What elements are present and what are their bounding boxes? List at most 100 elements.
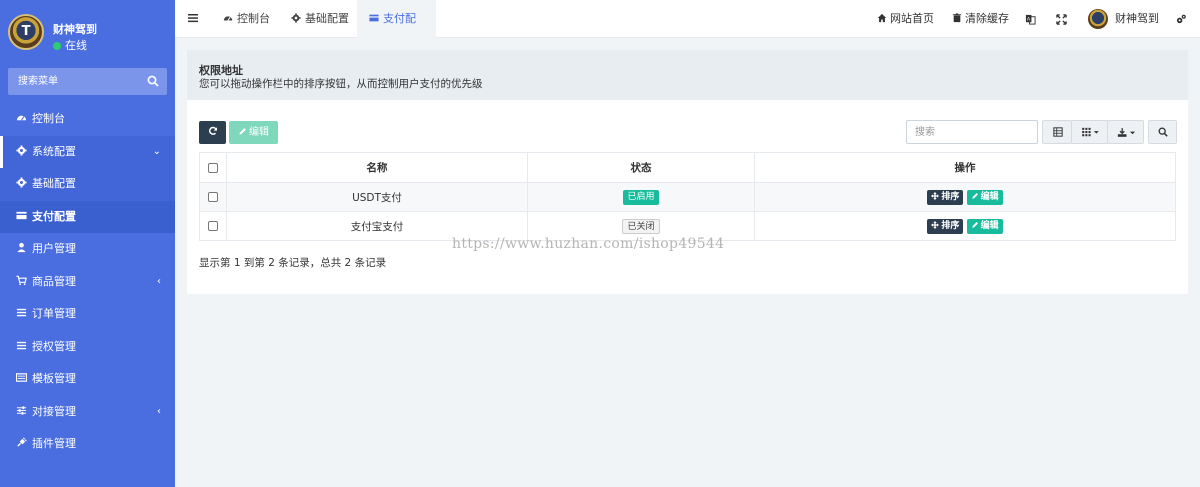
menu-search-input[interactable]: [8, 68, 138, 95]
sidebar-item-orders[interactable]: 订单管理: [0, 298, 175, 331]
user-icon: [17, 242, 26, 253]
home-link-label: 网站首页: [890, 12, 934, 25]
sidebar-item-templates[interactable]: 模板管理: [0, 363, 175, 396]
sort-button-label: 排序: [941, 191, 960, 202]
select-all-checkbox[interactable]: [208, 162, 218, 173]
clear-cache-button[interactable]: 清除缓存: [952, 0, 1009, 38]
status-badge[interactable]: 已启用: [623, 189, 659, 205]
row-edit-button[interactable]: 编辑: [966, 218, 1003, 234]
sidebar-item-authorization[interactable]: 授权管理: [0, 331, 175, 364]
panel-description: 您可以拖动操作栏中的排序按钮，从而控制用户支付的优先级: [199, 78, 483, 90]
tab-basic-config[interactable]: 基础配置: [279, 0, 361, 38]
user-name: 财神驾到: [53, 23, 97, 36]
row-edit-label: 编辑: [980, 191, 999, 202]
payment-table: 名称 状态 操作 USDT支付 已启用 排序 编辑 支付宝支付 已关闭 排序 编…: [199, 152, 1176, 241]
refresh-icon: [208, 126, 217, 135]
avatar-letter: T: [21, 24, 31, 39]
refresh-button[interactable]: [199, 121, 226, 144]
chevron-down-icon: ⌄: [152, 145, 161, 157]
sidebar-item-label: 系统配置: [32, 144, 76, 158]
sidebar-item-integration[interactable]: 对接管理 ‹: [0, 396, 175, 429]
edit-button-label: 编辑: [249, 127, 269, 138]
export-icon: [1117, 128, 1136, 137]
search-icon: [1158, 127, 1168, 137]
settings-gears-icon[interactable]: [1175, 14, 1187, 25]
search-icon[interactable]: [147, 75, 159, 87]
chevron-left-icon: ‹: [157, 405, 161, 417]
select-all-cell: [199, 152, 227, 183]
navbar-user-name[interactable]: 财神驾到: [1115, 0, 1159, 38]
table-row: USDT支付 已启用 排序 编辑: [199, 182, 1176, 212]
watermark-text: https://www.huzhan.com/ishop49544: [452, 236, 725, 252]
row-actions-cell: 排序 编辑: [754, 211, 1176, 241]
row-name: USDT支付: [226, 182, 528, 212]
clear-cache-label: 清除缓存: [965, 12, 1009, 25]
tab-label: 控制台: [237, 12, 270, 25]
avatar[interactable]: T: [8, 14, 44, 50]
home-icon: [877, 13, 887, 23]
column-header-name[interactable]: 名称: [226, 152, 528, 183]
cart-icon: [16, 275, 27, 285]
export-dropdown-button[interactable]: [1107, 120, 1144, 144]
status-badge[interactable]: 已关闭: [622, 218, 660, 234]
pencil-icon: [972, 192, 978, 199]
toggle-view-button[interactable]: [1042, 120, 1072, 144]
row-edit-label: 编辑: [980, 220, 999, 231]
move-icon: [931, 191, 940, 200]
sidebar-item-label: 控制台: [32, 112, 65, 125]
sidebar-item-basic-config[interactable]: 基础配置: [0, 168, 175, 201]
sort-button-label: 排序: [941, 220, 960, 231]
sidebar-item-label: 插件管理: [32, 437, 76, 450]
edit-button[interactable]: 编辑: [229, 121, 278, 144]
row-select-cell: [199, 182, 227, 212]
sidebar-item-plugins[interactable]: 插件管理: [0, 428, 175, 461]
table-view-icon: [1053, 127, 1063, 137]
pencil-icon: [239, 128, 246, 135]
language-icon[interactable]: A: [1025, 14, 1036, 25]
table-header-row: 名称 状态 操作: [199, 152, 1176, 183]
tab-payment-config[interactable]: 支付配置: [357, 0, 436, 63]
row-status-cell: 已启用: [527, 182, 755, 212]
row-checkbox[interactable]: [208, 221, 218, 231]
sidebar-item-payment-config[interactable]: 支付配置: [0, 200, 175, 233]
gear-icon: [16, 144, 27, 156]
home-link[interactable]: 网站首页: [877, 0, 934, 38]
navbar-avatar[interactable]: [1088, 9, 1108, 29]
sidebar-item-users[interactable]: 用户管理: [0, 233, 175, 266]
gear-icon: [16, 177, 27, 188]
sort-button[interactable]: 排序: [927, 218, 964, 234]
credit-card-icon: [369, 14, 379, 22]
columns-dropdown-button[interactable]: [1071, 120, 1108, 144]
row-checkbox[interactable]: [208, 192, 218, 202]
sidebar: T 财神驾到 在线 控制台 系统配置 ⌄ 基础配置 支付配置 用户管理 商品管理…: [0, 0, 175, 487]
user-status-text: 在线: [65, 39, 87, 52]
column-header-status[interactable]: 状态: [527, 152, 755, 183]
pencil-icon: [972, 221, 978, 228]
advanced-search-button[interactable]: [1148, 120, 1177, 144]
chevron-left-icon: ‹: [157, 275, 161, 287]
sidebar-item-label: 支付配置: [32, 209, 76, 223]
move-icon: [931, 220, 940, 229]
sidebar-item-label: 模板管理: [32, 372, 76, 385]
sidebar-search: [8, 68, 167, 95]
fullscreen-icon[interactable]: [1056, 14, 1067, 25]
row-edit-button[interactable]: 编辑: [966, 189, 1003, 205]
sort-button[interactable]: 排序: [927, 189, 964, 205]
sidebar-item-system-config[interactable]: 系统配置 ⌄: [0, 135, 175, 168]
row-actions-cell: 排序 编辑: [754, 182, 1176, 212]
grid-icon: [1082, 127, 1099, 137]
table-search-input[interactable]: [906, 120, 1038, 144]
sidebar-item-label: 商品管理: [32, 274, 76, 288]
plug-icon: [17, 437, 27, 447]
trash-icon: [952, 13, 962, 23]
sidebar-item-label: 用户管理: [32, 242, 76, 255]
menu-toggle-icon[interactable]: [187, 12, 199, 24]
tab-dashboard[interactable]: 控制台: [211, 0, 282, 38]
online-dot-icon: [53, 42, 61, 50]
sidebar-item-products[interactable]: 商品管理 ‹: [0, 266, 175, 299]
gear-icon: [291, 13, 301, 23]
sidebar-item-label: 对接管理: [32, 404, 76, 418]
sidebar-item-dashboard[interactable]: 控制台: [0, 103, 175, 136]
sidebar-menu: 控制台 系统配置 ⌄ 基础配置 支付配置 用户管理 商品管理 ‹ 订单管理 授权…: [0, 103, 175, 461]
dashboard-icon: [16, 115, 27, 121]
